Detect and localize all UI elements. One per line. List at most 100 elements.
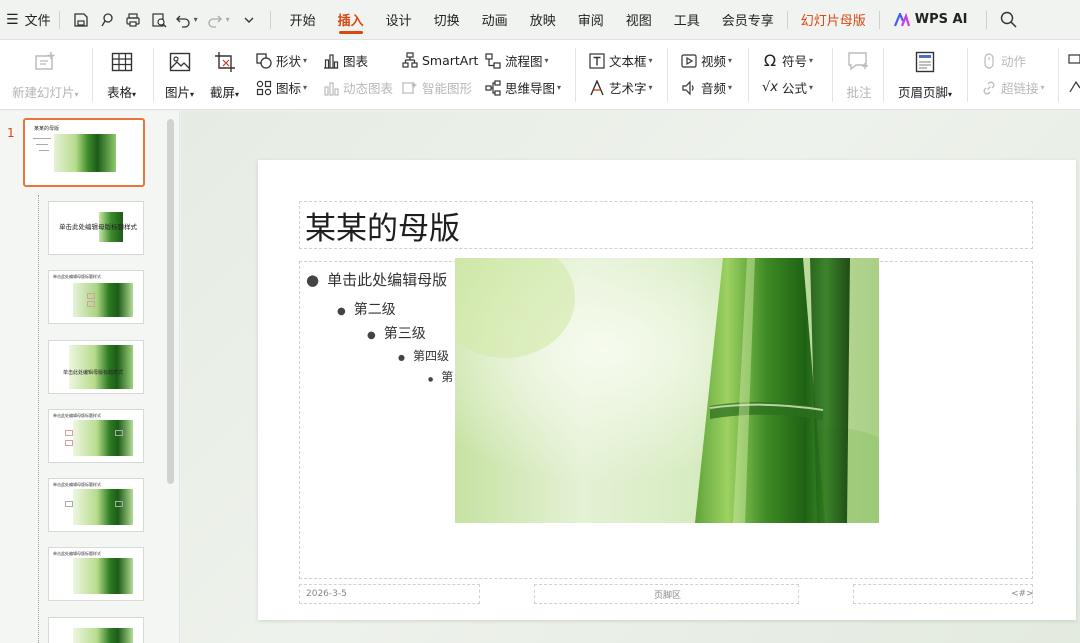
thumbnail-title: 某某的母版 — [34, 126, 60, 132]
divider — [269, 10, 271, 29]
bullet-dot: ● — [398, 353, 405, 362]
smart-shape-button[interactable]: 智能图形 — [401, 78, 472, 97]
divider — [92, 48, 93, 102]
more-ribbon-icon[interactable] — [1068, 54, 1080, 72]
new-slide-button[interactable]: 新建幻灯片▾ — [12, 48, 79, 101]
table-label: 表格 — [107, 85, 133, 100]
search-icon[interactable] — [995, 7, 1021, 33]
ribbon-insert: 新建幻灯片▾ 表格▾ 图片▾ 截屏▾ 形状 ▾ 图标 ▾ 图表 动态图表 Sma… — [0, 40, 1080, 110]
divider — [832, 48, 833, 102]
tab-home[interactable]: 开始 — [279, 0, 327, 40]
mindmap-icon — [484, 79, 502, 97]
bullet-dot: ● — [367, 330, 376, 341]
action-button[interactable]: 动作 — [980, 51, 1026, 70]
video-button[interactable]: 视频 ▾ — [680, 51, 732, 70]
icon-label: 图标 — [276, 81, 302, 96]
bullet-dot: ● — [306, 271, 320, 289]
symbol-label: 符号 — [782, 54, 808, 69]
wordart-label: 艺术字 — [609, 81, 647, 96]
layout-thumbnail[interactable]: 单击此处编辑母版标题样式 — [48, 201, 144, 255]
menu-bar: ☰ 文件 ▾ ▾ 开始 插入 设计 切换 动画 放映 审阅 视图 工具 会员专享… — [0, 0, 1080, 40]
tab-view[interactable]: 视图 — [615, 0, 663, 40]
icon-button[interactable]: 图标 ▾ — [255, 78, 307, 97]
new-slide-icon — [31, 48, 59, 76]
smart-shape-icon — [401, 79, 419, 97]
layout-thumbnail[interactable] — [48, 617, 144, 643]
file-menu-label: 文件 — [24, 14, 51, 29]
textbox-label: 文本框 — [609, 54, 647, 69]
divider — [58, 10, 60, 29]
tab-slide-master[interactable]: 幻灯片母版 — [790, 0, 877, 40]
icons-gallery-icon — [255, 79, 273, 97]
footer-page-number: <#> — [1011, 589, 1034, 599]
tab-member[interactable]: 会员专享 — [711, 0, 785, 40]
undo-icon[interactable] — [172, 7, 194, 33]
comment-button[interactable]: 批注 — [845, 48, 873, 101]
bullet-dot: ● — [428, 376, 434, 383]
bullet-level-3: ● 第三级 — [367, 323, 426, 343]
audio-label: 音频 — [701, 81, 727, 96]
slide-number-placeholder[interactable] — [853, 584, 1033, 604]
bullet-text: 第四级 — [412, 349, 449, 363]
print-icon[interactable] — [120, 7, 146, 33]
bullet-level-1: ● 单击此处编辑母版 — [306, 269, 447, 290]
dynamic-chart-button[interactable]: 动态图表 — [322, 78, 393, 97]
format-painter-icon[interactable] — [94, 7, 120, 33]
screenshot-button[interactable]: 截屏▾ — [210, 48, 239, 101]
header-footer-button[interactable]: 页眉页脚▾ — [898, 48, 952, 101]
comment-label: 批注 — [846, 85, 872, 100]
quick-access-dropdown-icon[interactable] — [236, 7, 262, 33]
action-label: 动作 — [1001, 54, 1027, 69]
layout-thumbnail[interactable]: 单击此处编辑母版标题样式 — [48, 340, 144, 394]
bullet-level-5: ● 第 — [428, 368, 453, 385]
audio-button[interactable]: 音频 ▾ — [680, 78, 732, 97]
chevron-down-icon[interactable]: ▾ — [226, 15, 230, 24]
master-slide-thumbnail[interactable]: 某某的母版 — [23, 118, 145, 187]
chart-button[interactable]: 图表 — [322, 51, 368, 70]
bamboo-picture[interactable] — [455, 258, 879, 523]
layout-thumbnail[interactable]: 单击此处编辑母版标题样式 — [48, 270, 144, 324]
divider — [575, 48, 576, 102]
layout-thumbnail[interactable]: 单击此处编辑母版标题样式 — [48, 478, 144, 532]
picture-button[interactable]: 图片▾ — [165, 48, 194, 101]
thumbnail-title: 单击此处编辑母版标题样式 — [53, 482, 101, 487]
thumbnail-scrollbar[interactable] — [167, 119, 174, 484]
bullet-dot: ● — [337, 306, 346, 317]
textbox-button[interactable]: 文本框 ▾ — [588, 51, 653, 70]
smartart-button[interactable]: SmartArt — [401, 51, 478, 69]
mindmap-button[interactable]: 思维导图 ▾ — [484, 78, 561, 97]
shape-icon — [255, 52, 273, 70]
symbol-button[interactable]: Ω 符号 ▾ — [761, 51, 813, 70]
layout-thumbnail[interactable]: 单击此处编辑母版标题样式 — [48, 409, 144, 463]
divider — [667, 48, 668, 102]
tab-tools[interactable]: 工具 — [663, 0, 711, 40]
file-menu[interactable]: ☰ 文件 — [6, 0, 51, 40]
slide-number: 1 — [7, 126, 15, 140]
layout-tree-line — [38, 195, 39, 643]
wordart-button[interactable]: 艺术字 ▾ — [588, 78, 653, 97]
tab-transitions[interactable]: 切换 — [423, 0, 471, 40]
formula-button[interactable]: √x 公式 ▾ — [761, 78, 813, 97]
print-preview-icon[interactable] — [146, 7, 172, 33]
more-ribbon-icon-2[interactable] — [1068, 80, 1080, 98]
thumbnail-title: 单击此处编辑母版标题样式 — [53, 551, 101, 556]
audio-icon — [680, 79, 698, 97]
flowchart-button[interactable]: 流程图 ▾ — [484, 51, 549, 70]
chevron-down-icon[interactable]: ▾ — [194, 15, 198, 24]
redo-icon[interactable] — [204, 7, 226, 33]
tab-slideshow[interactable]: 放映 — [519, 0, 567, 40]
tab-animation[interactable]: 动画 — [471, 0, 519, 40]
hamburger-icon: ☰ — [6, 11, 19, 28]
tab-insert[interactable]: 插入 — [327, 0, 375, 40]
table-button[interactable]: 表格▾ — [107, 48, 136, 101]
picture-icon — [166, 48, 194, 76]
tab-design[interactable]: 设计 — [375, 0, 423, 40]
hyperlink-button[interactable]: 超链接 ▾ — [980, 78, 1045, 97]
shape-button[interactable]: 形状 ▾ — [255, 51, 307, 70]
tab-wps-ai[interactable]: WPS AI — [882, 0, 979, 40]
divider — [153, 48, 154, 102]
wps-ai-label: WPS AI — [914, 12, 968, 27]
layout-thumbnail[interactable]: 单击此处编辑母版标题样式 — [48, 547, 144, 601]
tab-review[interactable]: 审阅 — [567, 0, 615, 40]
save-icon[interactable] — [68, 7, 94, 33]
